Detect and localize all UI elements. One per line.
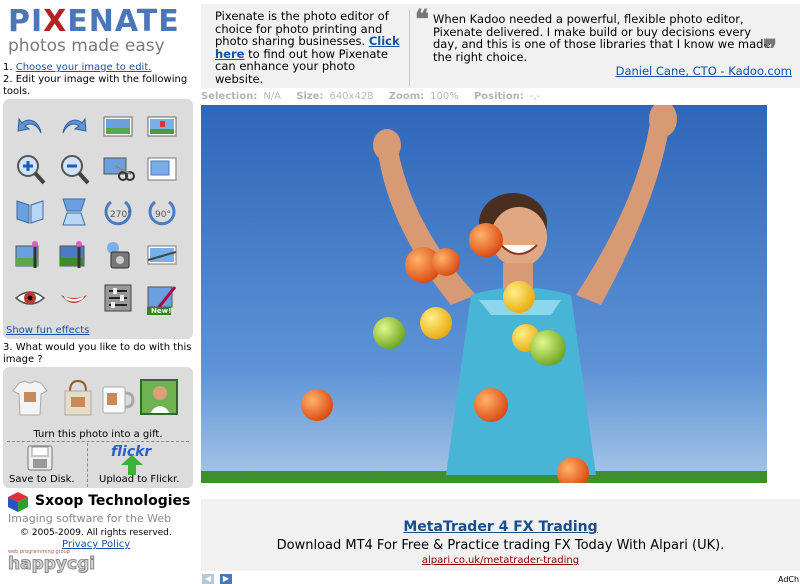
promo-info: Pixenate is the photo editor of choice f… (215, 9, 400, 86)
step-1: 1. Choose your image to edit. (3, 62, 152, 73)
next-ad-button[interactable]: ▶ (220, 574, 232, 584)
flip-horizontal-icon[interactable] (13, 195, 47, 229)
tools-panel: 270° 90° New! Show fun effects (3, 99, 193, 339)
draw-new-icon[interactable]: New! (145, 281, 179, 315)
resize-image-icon[interactable] (145, 152, 179, 186)
gift-caption[interactable]: Turn this photo into a gift. (3, 429, 193, 440)
image-flag-icon[interactable] (145, 109, 179, 143)
contrast-wand-icon[interactable] (57, 238, 91, 272)
logo-tagline: photos made easy (8, 36, 165, 56)
rotate-right-90-icon[interactable]: 90° (145, 195, 179, 229)
save-to-disk-button[interactable]: Save to Disk. (9, 474, 75, 485)
disk-icon[interactable] (27, 445, 53, 474)
redo-icon[interactable] (57, 109, 91, 143)
flip-vertical-icon[interactable] (57, 195, 91, 229)
divider (87, 443, 88, 487)
happycgi-badge[interactable]: web programming group happycgi (7, 549, 95, 574)
divider (7, 441, 189, 442)
undo-icon[interactable] (13, 109, 47, 143)
open-quote-icon: ❝ (415, 5, 429, 35)
red-eye-icon[interactable] (13, 281, 47, 315)
testimonial-quote: When Kadoo needed a powerful, flexible p… (433, 12, 771, 64)
upload-to-flickr-button[interactable]: Upload to Flickr. (99, 474, 179, 485)
choose-image-link[interactable]: Choose your image to edit. (16, 62, 152, 73)
zoom-out-icon[interactable] (57, 152, 91, 186)
zoom-in-icon[interactable] (13, 152, 47, 186)
logo-wordmark: PIXENATE (8, 4, 180, 39)
pixenate-logo[interactable]: PIXENATE photos made easy (8, 4, 198, 56)
teeth-whiten-icon[interactable] (57, 281, 91, 315)
mug-gift-icon[interactable] (97, 377, 139, 419)
ad-description: Download MT4 For Free & Practice trading… (276, 538, 725, 553)
new-badge: New! (151, 307, 172, 315)
company-tagline: Imaging software for the Web (8, 512, 172, 525)
photo-canvas[interactable] (201, 105, 767, 483)
copyright: © 2005-2009. All rights reserved. (20, 528, 172, 538)
brightness-wand-icon[interactable] (13, 238, 47, 272)
tshirt-gift-icon[interactable] (9, 377, 51, 419)
status-bar: Selection: N/A Size: 640x428 Zoom: 100% Pos… (201, 91, 541, 102)
landscape-image-icon[interactable] (101, 109, 135, 143)
company-name: Sxoop Technologies (35, 493, 191, 509)
svg-text:90°: 90° (155, 210, 171, 220)
exposure-icon[interactable] (101, 238, 135, 272)
show-fun-effects-link[interactable]: Show fun effects (6, 325, 89, 336)
adchoices-label[interactable]: AdCh (778, 575, 799, 584)
output-panel: Turn this photo into a gift. Save to Dis… (3, 367, 193, 488)
photo-frame-gift-icon[interactable] (138, 377, 180, 419)
bag-gift-icon[interactable] (57, 377, 99, 419)
ad-url-link[interactable]: alpari.co.uk/metatrader-trading (422, 555, 579, 566)
close-quote-icon: ❞ (763, 35, 777, 65)
rotate-left-270-icon[interactable]: 270° (101, 195, 135, 229)
divider (409, 10, 410, 86)
step-3: 3. What would you like to do with this i… (3, 342, 192, 365)
prev-ad-button[interactable]: ◀ (202, 574, 214, 584)
adjust-sliders-icon[interactable] (101, 281, 135, 315)
crop-scissors-icon[interactable] (101, 152, 135, 186)
ad-banner[interactable]: MetaTrader 4 FX Trading Download MT4 For… (201, 499, 800, 571)
svg-text:270°: 270° (110, 210, 132, 220)
straighten-icon[interactable] (145, 238, 179, 272)
step-2: 2. Edit your image with the following to… (3, 74, 188, 97)
promo-header: Pixenate is the photo editor of choice f… (201, 4, 800, 88)
testimonial-cite-link[interactable]: Daniel Cane, CTO - Kadoo.com (616, 64, 792, 78)
ad-title-link[interactable]: MetaTrader 4 FX Trading (201, 519, 800, 535)
